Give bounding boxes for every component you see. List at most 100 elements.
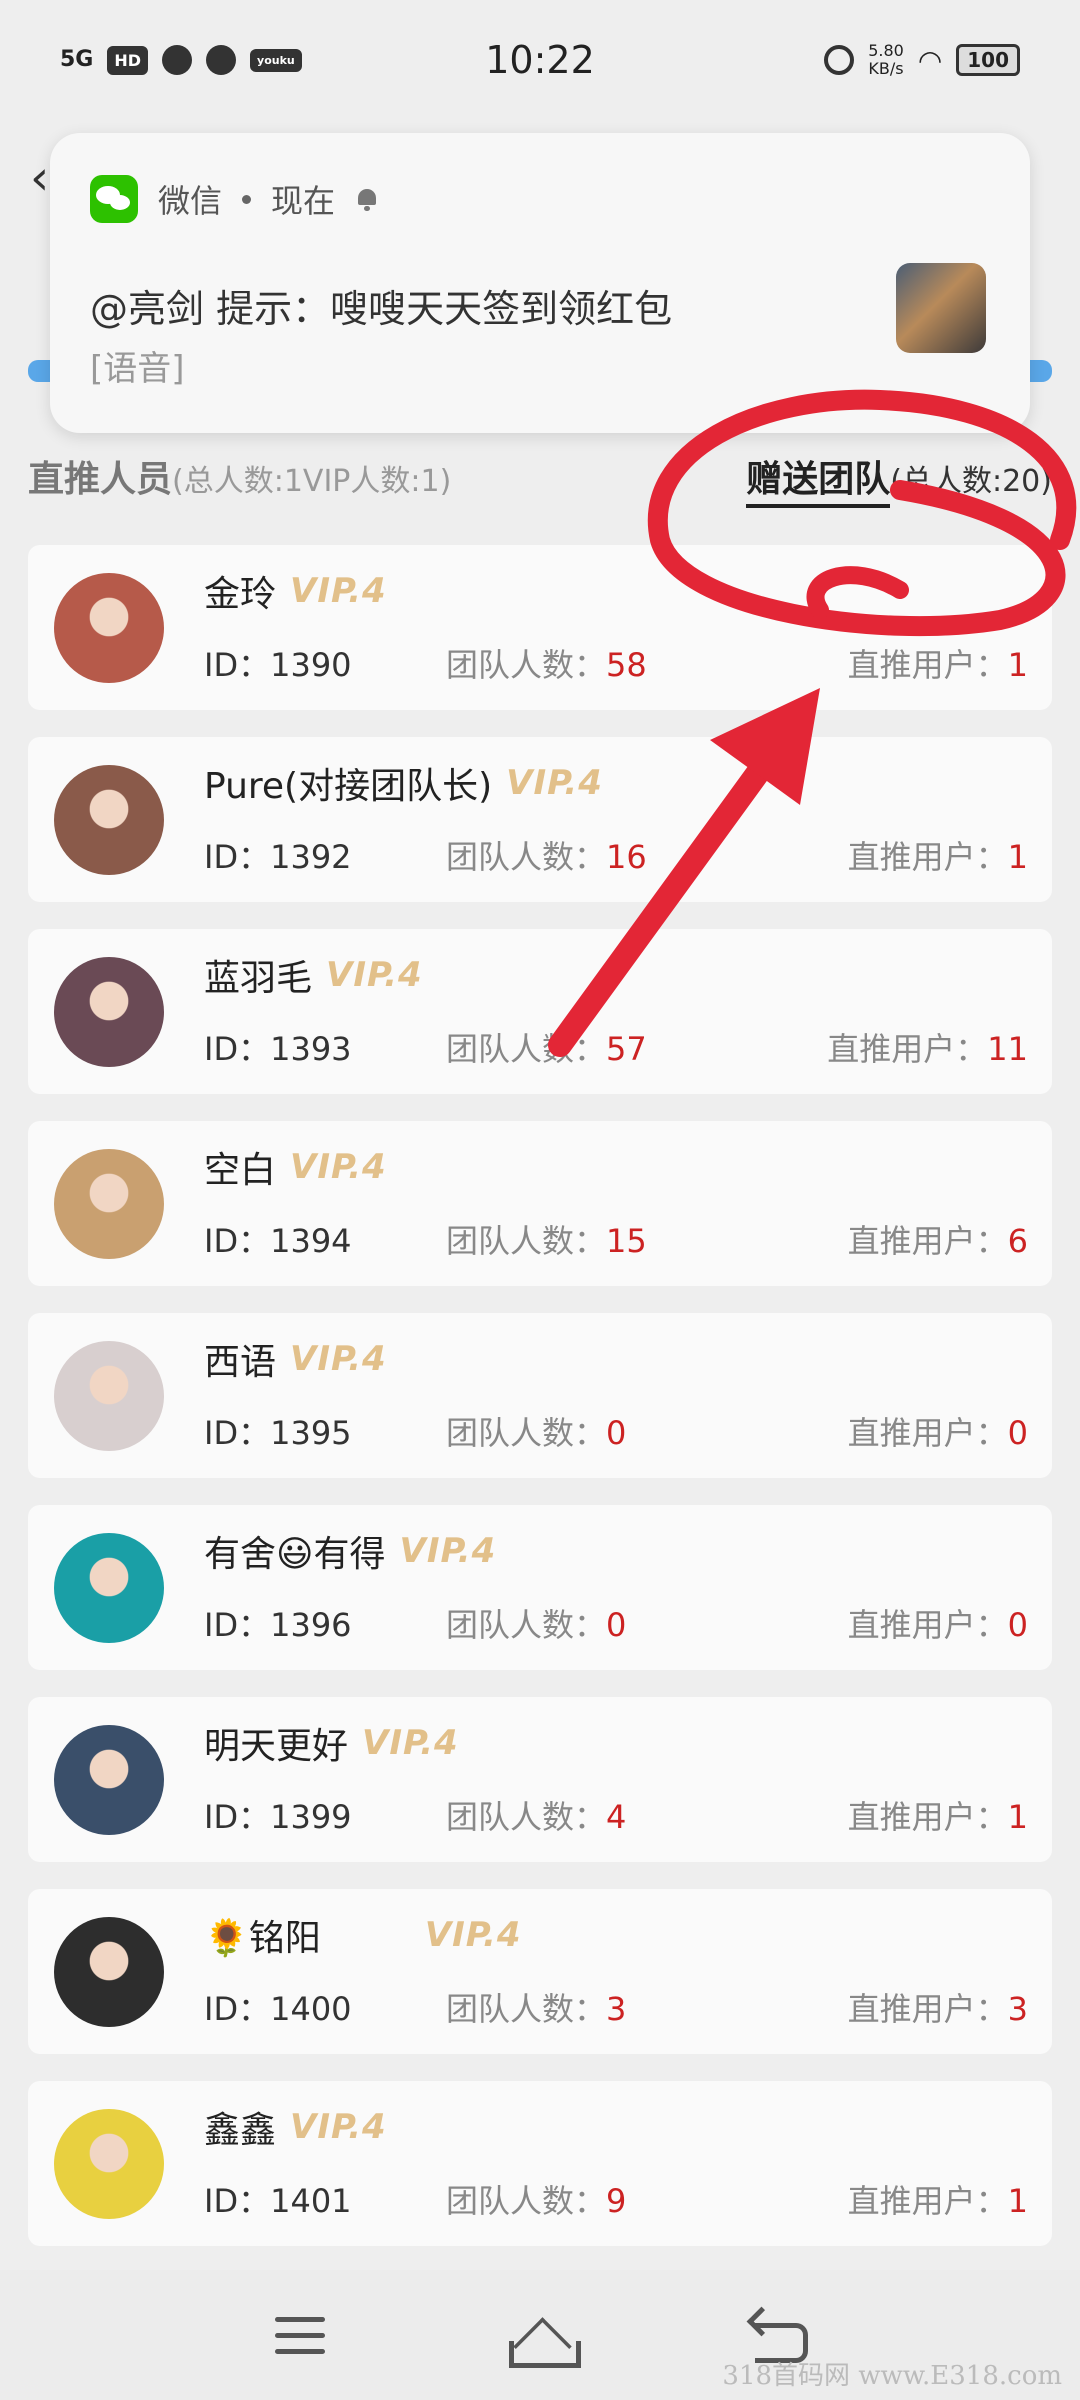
- direct-label: 直推用户：: [847, 1606, 1008, 1644]
- avatar: [54, 1917, 164, 2027]
- id-value: 1392: [270, 838, 352, 876]
- direct-count: 直推用户：1: [848, 1792, 1028, 1838]
- speed-unit: KB/s: [868, 59, 904, 78]
- list-item[interactable]: 蓝羽毛 VIP.4 ID：1393 团队人数：57 直推用户：11: [28, 929, 1052, 1094]
- vip-badge: VIP.4: [506, 763, 603, 803]
- id-value: 1399: [270, 1798, 352, 1836]
- wechat-icon: [90, 175, 138, 223]
- direct-value: 1: [1007, 838, 1028, 876]
- direct-label: 直推用户：: [847, 838, 1008, 876]
- id-value: 1390: [270, 646, 352, 684]
- direct-close: ): [439, 464, 452, 499]
- id-label: ID：: [204, 1990, 271, 2028]
- wechat-notification[interactable]: 微信 现在 @亮剑 提示：嗖嗖天天签到领红包 [语音]: [50, 133, 1030, 433]
- avatar: [54, 1341, 164, 1451]
- home-icon[interactable]: [505, 2305, 581, 2368]
- vip-badge: VIP.4: [290, 1339, 387, 1379]
- team-label: 团队人数：: [446, 1030, 607, 1068]
- avatar: [54, 765, 164, 875]
- direct-count: 直推用户：1: [848, 2176, 1028, 2222]
- team-value: 15: [606, 1222, 647, 1260]
- hd-icon: HD: [107, 45, 149, 75]
- direct-vip-value: 1: [420, 464, 440, 499]
- team-label: 团队人数：: [446, 838, 607, 876]
- direct-total-label: (总人数:: [172, 464, 284, 499]
- team-value: 58: [606, 646, 647, 684]
- team-value: 9: [606, 2182, 627, 2220]
- member-name: 🌻铭阳: [204, 1918, 321, 1959]
- direct-label: 直推用户：: [847, 1414, 1008, 1452]
- direct-count: 直推用户：0: [848, 1600, 1028, 1646]
- member-name: 西语: [204, 1342, 277, 1383]
- list-item[interactable]: 有舍😃有得 VIP.4 ID：1396 团队人数：0 直推用户：0: [28, 1505, 1052, 1670]
- member-id: ID：1401: [204, 2176, 352, 2222]
- gift-team-title: 赠送团队: [746, 450, 891, 508]
- member-name: 鑫鑫: [204, 2110, 277, 2151]
- member-name: 空白: [204, 1150, 277, 1191]
- member-id: ID：1394: [204, 1216, 352, 1262]
- member-id: ID：1395: [204, 1408, 352, 1454]
- avatar: [54, 1149, 164, 1259]
- id-value: 1394: [270, 1222, 352, 1260]
- direct-label: 直推用户：: [847, 2182, 1008, 2220]
- direct-count: 直推用户：0: [848, 1408, 1028, 1454]
- status-bar: 5G HD youku 10:22 5.80 KB/s ◠ 100: [0, 0, 1080, 120]
- list-item[interactable]: 西语 VIP.4 ID：1395 团队人数：0 直推用户：0: [28, 1313, 1052, 1478]
- member-list: 金玲 VIP.4 ID：1390 团队人数：58 直推用户：1 Pure(对接团队…: [28, 545, 1052, 2273]
- notification-message: @亮剑 提示：嗖嗖天天签到领红包: [90, 287, 673, 331]
- direct-label: 直推用户：: [847, 1798, 1008, 1836]
- bell-icon: [355, 187, 379, 211]
- vip-badge: VIP.4: [362, 1723, 459, 1763]
- wifi-icon: ◠: [917, 43, 943, 77]
- team-count: 团队人数：4: [446, 1792, 626, 1838]
- team-count: 团队人数：0: [446, 1600, 626, 1646]
- list-item[interactable]: 金玲 VIP.4 ID：1390 团队人数：58 直推用户：1: [28, 545, 1052, 710]
- tab-gift-team[interactable]: 赠送团队 (总人数: 20 ): [746, 450, 1052, 508]
- direct-label: 直推用户：: [847, 646, 1008, 684]
- member-id: ID：1390: [204, 640, 352, 686]
- direct-value: 0: [1007, 1414, 1028, 1452]
- list-item[interactable]: 空白 VIP.4 ID：1394 团队人数：15 直推用户：6: [28, 1121, 1052, 1286]
- notification-app: 微信: [158, 182, 223, 220]
- gift-total-value: 20: [1002, 464, 1041, 499]
- member-id: ID：1400: [204, 1984, 352, 2030]
- tab-direct-members[interactable]: 直推人员 (总人数: 1 VIP人数: 1 ): [28, 450, 451, 502]
- direct-members-title: 直推人员: [28, 459, 173, 500]
- team-label: 团队人数：: [446, 1414, 607, 1452]
- gift-total-label: (总人数:: [890, 464, 1003, 499]
- team-value: 3: [606, 1990, 627, 2028]
- avatar: [54, 957, 164, 1067]
- direct-count: 直推用户：3: [848, 1984, 1028, 2030]
- list-item[interactable]: 明天更好 VIP.4 ID：1399 团队人数：4 直推用户：1: [28, 1697, 1052, 1862]
- member-id: ID：1399: [204, 1792, 352, 1838]
- team-count: 团队人数：58: [446, 640, 647, 686]
- speed-value: 5.80: [868, 41, 904, 61]
- team-count: 团队人数：0: [446, 1408, 626, 1454]
- signal-icon: 5G: [60, 47, 94, 72]
- team-count: 团队人数：16: [446, 832, 647, 878]
- notification-header: 微信 现在: [90, 175, 379, 223]
- direct-label: 直推用户：: [847, 1222, 1008, 1260]
- list-item[interactable]: 🌻铭阳 VIP.4 ID：1400 团队人数：3 直推用户：3: [28, 1889, 1052, 2054]
- team-count: 团队人数：9: [446, 2176, 626, 2222]
- direct-count: 直推用户：1: [848, 640, 1028, 686]
- separator-dot: [242, 194, 252, 204]
- direct-total-value: 1: [283, 464, 303, 499]
- list-item[interactable]: 鑫鑫 VIP.4 ID：1401 团队人数：9 直推用户：1: [28, 2081, 1052, 2246]
- menu-icon[interactable]: [265, 2305, 335, 2365]
- gift-close: ): [1040, 464, 1052, 499]
- member-name: 有舍😃有得: [204, 1534, 386, 1575]
- team-label: 团队人数：: [446, 1606, 607, 1644]
- direct-value: 3: [1007, 1990, 1028, 2028]
- list-item[interactable]: Pure(对接团队长) VIP.4 ID：1392 团队人数：16 直推用户：1: [28, 737, 1052, 902]
- vip-badge: VIP.4: [290, 1147, 387, 1187]
- team-value: 0: [606, 1414, 627, 1452]
- member-id: ID：1392: [204, 832, 352, 878]
- network-speed: 5.80 KB/s: [868, 42, 904, 77]
- back-icon[interactable]: ‹: [30, 150, 49, 206]
- team-label: 团队人数：: [446, 2182, 607, 2220]
- id-label: ID：: [204, 1030, 271, 1068]
- direct-value: 1: [1007, 2182, 1028, 2220]
- team-label: 团队人数：: [446, 1222, 607, 1260]
- id-value: 1401: [270, 2182, 352, 2220]
